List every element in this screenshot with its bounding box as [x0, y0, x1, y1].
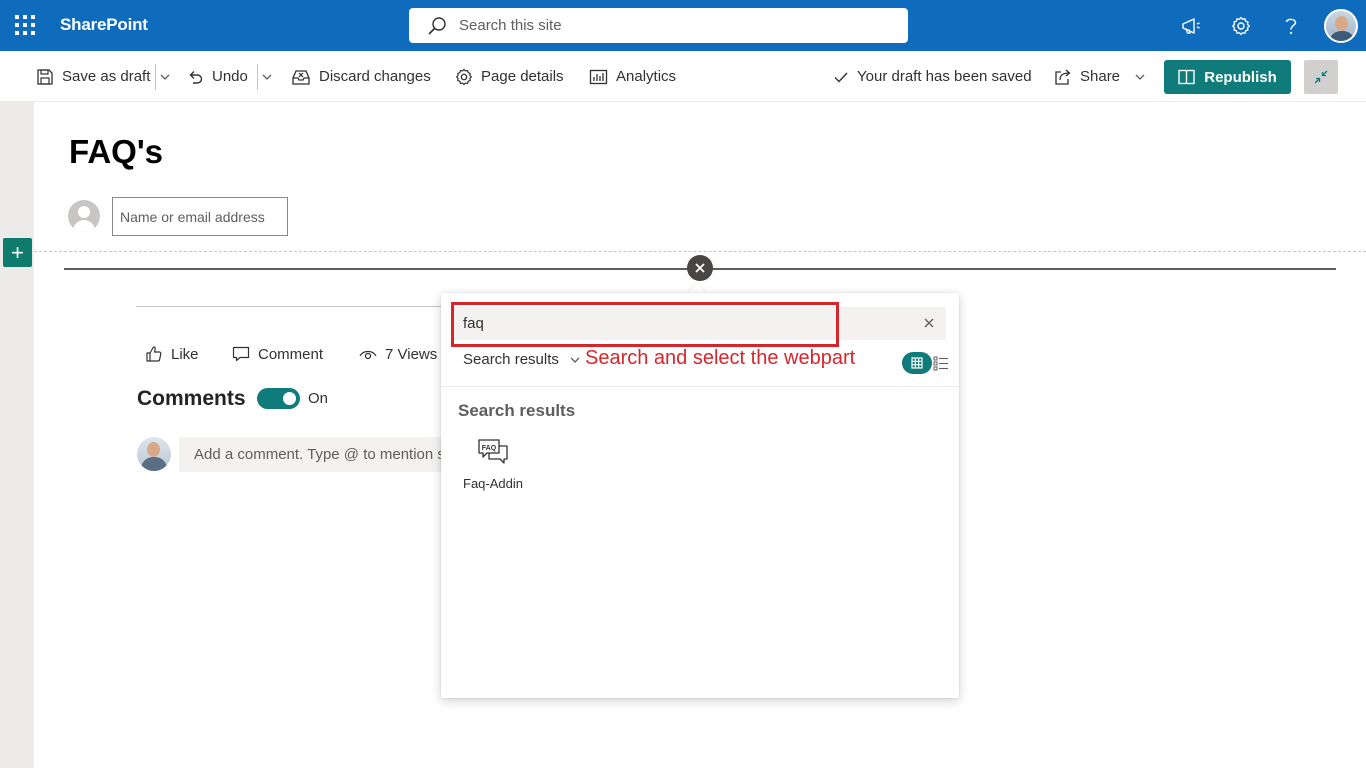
- eye-icon: [359, 350, 377, 360]
- webpart-item-label: Faq-Addin: [463, 476, 523, 491]
- share-button[interactable]: Share: [1054, 51, 1154, 102]
- webpart-item-faq-addin[interactable]: FAQ Faq-Addin: [455, 438, 531, 508]
- comment-button[interactable]: Comment: [232, 340, 323, 368]
- share-icon: [1055, 69, 1071, 85]
- chevron-down-icon: [160, 74, 170, 80]
- undo-options-dropdown[interactable]: [261, 51, 281, 102]
- search-icon: [428, 16, 446, 35]
- analytics-button[interactable]: Analytics: [589, 51, 676, 102]
- analytics-label: Analytics: [616, 68, 677, 85]
- search-results-heading: Search results: [458, 401, 576, 420]
- site-search-input[interactable]: [459, 17, 859, 34]
- faq-chat-icon: FAQ: [478, 439, 508, 464]
- book-open-icon: [1178, 69, 1195, 85]
- comments-toggle-label: On: [308, 390, 329, 407]
- comment-label: Comment: [258, 345, 324, 363]
- left-rail: [0, 102, 34, 768]
- republish-button[interactable]: Republish: [1164, 60, 1291, 94]
- views-label: 7 Views: [385, 345, 438, 363]
- undo-label: Undo: [212, 68, 248, 85]
- user-avatar[interactable]: [1324, 8, 1358, 43]
- page-details-label: Page details: [481, 68, 564, 85]
- webpart-toolbox: Search results Search and select the web…: [441, 293, 959, 698]
- suite-bar: SharePoint: [0, 0, 1366, 51]
- collapse-button[interactable]: [1304, 60, 1338, 94]
- chevron-down-icon: [570, 357, 580, 363]
- help-icon[interactable]: [1266, 0, 1316, 51]
- save-as-draft-label: Save as draft: [62, 68, 151, 85]
- svg-text:FAQ: FAQ: [482, 445, 497, 452]
- filter-dropdown[interactable]: Search results: [463, 351, 581, 368]
- megaphone-icon[interactable]: [1166, 0, 1216, 51]
- like-button[interactable]: Like: [145, 340, 199, 368]
- grid-icon: [911, 357, 923, 369]
- like-label: Like: [171, 345, 199, 363]
- chevron-down-icon: [1135, 74, 1145, 80]
- gear-icon: [455, 68, 473, 85]
- republish-label: Republish: [1204, 68, 1277, 86]
- chevron-down-icon: [262, 74, 272, 80]
- collapse-icon: [1314, 70, 1328, 84]
- filter-label: Search results: [463, 351, 559, 368]
- close-icon: [695, 263, 705, 273]
- author-input[interactable]: [112, 197, 288, 236]
- analytics-icon: [589, 69, 608, 84]
- divider: [136, 306, 446, 307]
- suite-icons: [1166, 0, 1366, 51]
- comments-heading: Comments: [137, 387, 246, 410]
- save-options-dropdown[interactable]: [159, 51, 179, 102]
- comments-toggle[interactable]: [257, 388, 300, 409]
- divider: [441, 386, 959, 387]
- discard-changes-label: Discard changes: [319, 68, 431, 85]
- undo-icon: [189, 70, 203, 84]
- checkmark-icon: [834, 72, 848, 83]
- discard-changes-button[interactable]: Discard changes: [291, 51, 431, 102]
- undo-button[interactable]: Undo: [186, 51, 248, 102]
- settings-icon[interactable]: [1216, 0, 1266, 51]
- comment-input[interactable]: [179, 437, 449, 472]
- thumbs-up-icon: [146, 346, 162, 362]
- grid-view-toggle[interactable]: [902, 352, 932, 374]
- command-bar: Save as draft Undo Discard changes Page …: [0, 51, 1366, 102]
- clear-search-icon[interactable]: [922, 316, 936, 330]
- share-label: Share: [1080, 68, 1121, 85]
- draft-status: Your draft has been saved: [833, 51, 1032, 102]
- waffle-icon[interactable]: [10, 10, 40, 40]
- add-section-button[interactable]: +: [3, 238, 32, 267]
- views-count: 7 Views: [359, 340, 437, 368]
- site-search-box[interactable]: [409, 8, 908, 43]
- page-details-button[interactable]: Page details: [455, 51, 564, 102]
- author-avatar: [68, 200, 100, 232]
- annotation-highlight-box: [451, 302, 839, 347]
- save-icon: [37, 68, 53, 85]
- list-view-icon[interactable]: [933, 355, 949, 371]
- annotation-text: Search and select the webpart: [585, 347, 856, 369]
- save-as-draft-button[interactable]: Save as draft: [36, 51, 150, 102]
- divider: [257, 64, 258, 90]
- discard-icon: [292, 69, 310, 85]
- page-title[interactable]: FAQ's: [69, 133, 163, 171]
- section-boundary: [34, 251, 1366, 252]
- commenter-avatar: [137, 437, 171, 471]
- app-name[interactable]: SharePoint: [60, 15, 148, 35]
- draft-status-label: Your draft has been saved: [857, 68, 1032, 85]
- divider: [155, 64, 156, 90]
- close-toolbox-button[interactable]: [687, 255, 713, 281]
- comment-icon: [232, 346, 250, 362]
